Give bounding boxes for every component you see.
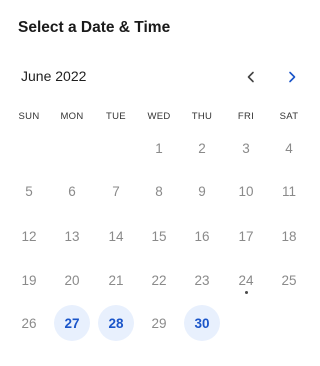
weekday-label: SUN xyxy=(18,111,40,122)
available-day-button[interactable]: 28 xyxy=(98,305,134,341)
day-number: 20 xyxy=(64,272,80,288)
day-number: 21 xyxy=(108,272,124,288)
next-month-button[interactable] xyxy=(281,66,303,88)
page-title: Select a Date & Time xyxy=(18,19,171,36)
day-number: 17 xyxy=(238,228,254,244)
unavailable-day: 22 xyxy=(141,262,177,298)
unavailable-day: 21 xyxy=(98,262,134,298)
unavailable-day: 1 xyxy=(141,130,177,166)
unavailable-day: 19 xyxy=(11,262,47,298)
day-number: 7 xyxy=(112,183,120,199)
weekday-label: THU xyxy=(191,111,213,122)
unavailable-day: 23 xyxy=(184,262,220,298)
day-number: 26 xyxy=(21,315,37,331)
unavailable-day: 4 xyxy=(271,130,307,166)
unavailable-day: 18 xyxy=(271,218,307,254)
available-day-button[interactable]: 30 xyxy=(184,305,220,341)
day-number: 14 xyxy=(108,228,124,244)
unavailable-day: 11 xyxy=(271,173,307,209)
weekday-label: WED xyxy=(147,111,171,122)
weekday-header: SUN MON TUE WED THU FRI SAT xyxy=(0,111,304,125)
unavailable-day: 2 xyxy=(184,130,220,166)
unavailable-day: 25 xyxy=(271,262,307,298)
day-number: 4 xyxy=(285,140,293,156)
day-number: 13 xyxy=(64,228,80,244)
unavailable-day: 29 xyxy=(141,305,177,341)
day-number: 18 xyxy=(281,228,297,244)
unavailable-day: 15 xyxy=(141,218,177,254)
day-number: 2 xyxy=(198,140,206,156)
day-number: 8 xyxy=(155,183,163,199)
day-number: 11 xyxy=(281,183,296,199)
unavailable-day: 20 xyxy=(54,262,90,298)
scheduler-calendar: Select a Date & Time June 2022 SUN MON TUE… xyxy=(0,0,304,366)
month-header: June 2022 xyxy=(0,66,304,88)
day-number: 6 xyxy=(68,183,76,199)
weekday-label: SAT xyxy=(279,111,299,122)
unavailable-day: 8 xyxy=(141,173,177,209)
today-indicator-dot xyxy=(244,291,248,294)
unavailable-day: 7 xyxy=(98,173,134,209)
weekday-label: TUE xyxy=(106,111,126,122)
day-number: 22 xyxy=(151,272,167,288)
day-number: 5 xyxy=(25,183,33,199)
day-number: 23 xyxy=(194,272,210,288)
unavailable-day: 9 xyxy=(184,173,220,209)
unavailable-day: 12 xyxy=(11,218,47,254)
weekday-label: FRI xyxy=(237,111,255,122)
day-number: 19 xyxy=(21,272,37,288)
day-number: 1 xyxy=(155,140,163,156)
day-number: 28 xyxy=(108,315,124,331)
available-day-button[interactable]: 27 xyxy=(54,305,90,341)
weekday-label: MON xyxy=(60,111,84,122)
day-number: 24 xyxy=(238,272,254,288)
unavailable-day: 10 xyxy=(228,173,264,209)
day-number: 27 xyxy=(64,315,80,331)
chevron-left-icon xyxy=(247,71,254,83)
day-number: 10 xyxy=(238,183,254,199)
day-number: 29 xyxy=(151,315,167,331)
day-number: 9 xyxy=(198,183,206,199)
unavailable-day: 3 xyxy=(228,130,264,166)
unavailable-day: 26 xyxy=(11,305,47,341)
unavailable-day: 17 xyxy=(228,218,264,254)
month-label: June 2022 xyxy=(21,68,87,84)
chevron-right-icon xyxy=(289,71,296,83)
day-number: 3 xyxy=(242,140,250,156)
day-number: 16 xyxy=(194,228,210,244)
unavailable-day: 5 xyxy=(11,173,47,209)
unavailable-day: 13 xyxy=(54,218,90,254)
unavailable-day: 6 xyxy=(54,173,90,209)
previous-month-button[interactable] xyxy=(240,66,262,88)
day-number: 25 xyxy=(281,272,297,288)
day-number: 30 xyxy=(194,315,210,331)
unavailable-day: 16 xyxy=(184,218,220,254)
unavailable-day: 14 xyxy=(98,218,134,254)
day-number: 15 xyxy=(151,228,167,244)
unavailable-day: 24 xyxy=(228,262,264,298)
day-number: 12 xyxy=(21,228,37,244)
